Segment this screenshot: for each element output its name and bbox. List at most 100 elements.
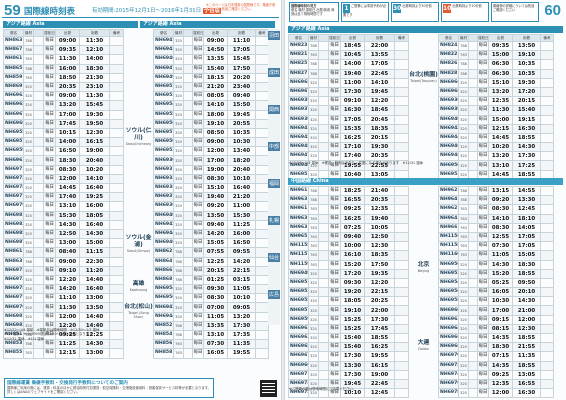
- table-row: NH6945 320 毎日 17:10 19:30: [288, 142, 409, 153]
- operating-days: 毎日: [43, 238, 56, 249]
- departure-time: 12:15: [488, 123, 513, 134]
- equipment: 320: [458, 142, 469, 153]
- departure-time: 16:25: [340, 132, 365, 144]
- timetable-right-china-a: NH961 788 毎日 18:25 21:40 NH963 788 毎日 16:55 20:35…: [288, 185, 409, 399]
- arrival-time: 12:30: [512, 323, 541, 335]
- arrival-time: 10:10: [227, 173, 256, 185]
- class-cell: [318, 332, 329, 344]
- departure-time: 17:30: [340, 369, 365, 380]
- operating-days: 毎日: [43, 265, 56, 276]
- operating-days: 毎日: [43, 219, 56, 230]
- equipment: 763: [308, 231, 319, 243]
- operating-days: 毎日: [477, 213, 489, 224]
- departure-time: 15:10: [203, 182, 228, 194]
- remarks: [394, 40, 409, 52]
- equipment: 320: [173, 91, 184, 102]
- arrival-time: 19:00: [364, 369, 395, 380]
- table-row: NH6967 320 毎日 17:30 19:55: [288, 351, 409, 362]
- equipment: 320: [23, 118, 34, 129]
- flight-number: NH868: [153, 274, 174, 286]
- flight-number: NH6950: [438, 259, 459, 270]
- equipment: 320: [458, 314, 469, 325]
- table-row: NH6941 320 毎日 15:35 18:35: [288, 123, 409, 134]
- arrival-time: 14:30: [512, 142, 541, 153]
- remarks: [394, 323, 409, 335]
- operating-days: 毎日: [328, 323, 341, 335]
- equipment: 788: [23, 247, 34, 258]
- col-equip: 機材: [173, 29, 184, 37]
- operating-days: 毎日: [328, 77, 341, 88]
- class-cell: [33, 228, 44, 240]
- table-header-row: 便名 機材 運航日 出発 到着 備考: [3, 29, 124, 37]
- remarks: [255, 311, 269, 322]
- origin-city-label: 成田: [268, 68, 280, 77]
- arrival-time: 12:50: [364, 231, 395, 243]
- flight-number: NH6957: [288, 305, 309, 316]
- col-days: 運航日: [192, 29, 204, 37]
- departure-time: 09:00: [55, 256, 80, 267]
- table-row: NH6935 320 毎日 15:10 16:40: [153, 182, 269, 194]
- arrival-time: 22:00: [364, 305, 395, 316]
- table-row: NH862 788 毎日 07:55 09:55: [153, 247, 269, 258]
- class-cell: [33, 109, 44, 120]
- class-cell: [318, 342, 329, 353]
- region-header-asia-2: アジア路線 Asia: [140, 21, 275, 28]
- remarks: [540, 268, 554, 279]
- equipment: 320: [23, 146, 34, 157]
- flight-number: NH1157: [288, 250, 309, 261]
- class-cell: [183, 45, 193, 56]
- table-row: NH6949 320 毎日 18:15 20:20: [153, 72, 269, 83]
- equipment: 320: [23, 192, 34, 203]
- equipment: 320: [173, 182, 184, 194]
- arrival-time: 18:35: [364, 123, 395, 134]
- equipment: 320: [23, 274, 34, 286]
- operating-days: 毎日: [328, 123, 341, 134]
- operating-days: 毎日: [43, 201, 56, 212]
- arrival-time: 15:45: [227, 54, 256, 65]
- remarks: [394, 123, 409, 134]
- operating-days: 毎日: [192, 238, 204, 249]
- remarks: [394, 132, 409, 144]
- table-row: NH6951 320 毎日 09:30 12:20: [288, 277, 409, 289]
- class-cell: [318, 123, 329, 134]
- flight-number: NH826: [438, 59, 459, 70]
- arrival-time: 10:35: [227, 127, 256, 139]
- remarks: [255, 72, 269, 83]
- arrival-time: 16:00: [79, 201, 110, 212]
- flight-number: NH6961: [288, 323, 309, 335]
- equipment: 763: [458, 231, 469, 243]
- col-dep: 出発: [488, 34, 513, 42]
- arrival-time: 15:30: [227, 210, 256, 221]
- col-flight: 便名: [153, 29, 174, 37]
- departure-time: 14:50: [203, 45, 228, 56]
- departure-time: 14:10: [203, 100, 228, 111]
- flight-number: NH6973: [3, 173, 24, 185]
- departure-time: 08:30: [55, 164, 80, 175]
- table-row: NH6963 320 毎日 09:00 11:30: [3, 91, 124, 102]
- legend-connection: 乗継便の詳細については別途ご確認ください: [491, 2, 539, 22]
- arrival-time: 14:30: [512, 296, 541, 307]
- class-cell: [468, 204, 478, 215]
- equipment: 320: [458, 369, 469, 380]
- arrival-time: 14:40: [79, 311, 110, 322]
- departure-time: 09:00: [203, 35, 228, 47]
- arrival-time: 11:20: [79, 265, 110, 276]
- remarks: [540, 360, 554, 371]
- arrival-time: 20:15: [512, 96, 541, 107]
- class-cell: [183, 91, 193, 102]
- remarks: [109, 201, 124, 212]
- remarks: [540, 86, 554, 98]
- arrival-time: 13:30: [512, 195, 541, 206]
- equipment: 320: [23, 91, 34, 102]
- departure-time: 09:35: [55, 45, 80, 56]
- arrival-time: 12:00: [512, 314, 541, 325]
- table-row: NH6979 320 毎日 11:30 13:50: [3, 302, 124, 313]
- flight-number: NH6962: [438, 314, 459, 325]
- equipment: 320: [308, 342, 319, 353]
- class-cell: [33, 118, 44, 129]
- arrival-time: 10:35: [512, 68, 541, 79]
- class-cell: [318, 351, 329, 362]
- remarks: [109, 302, 124, 313]
- departure-time: 13:15: [488, 185, 513, 197]
- remarks: [394, 213, 409, 224]
